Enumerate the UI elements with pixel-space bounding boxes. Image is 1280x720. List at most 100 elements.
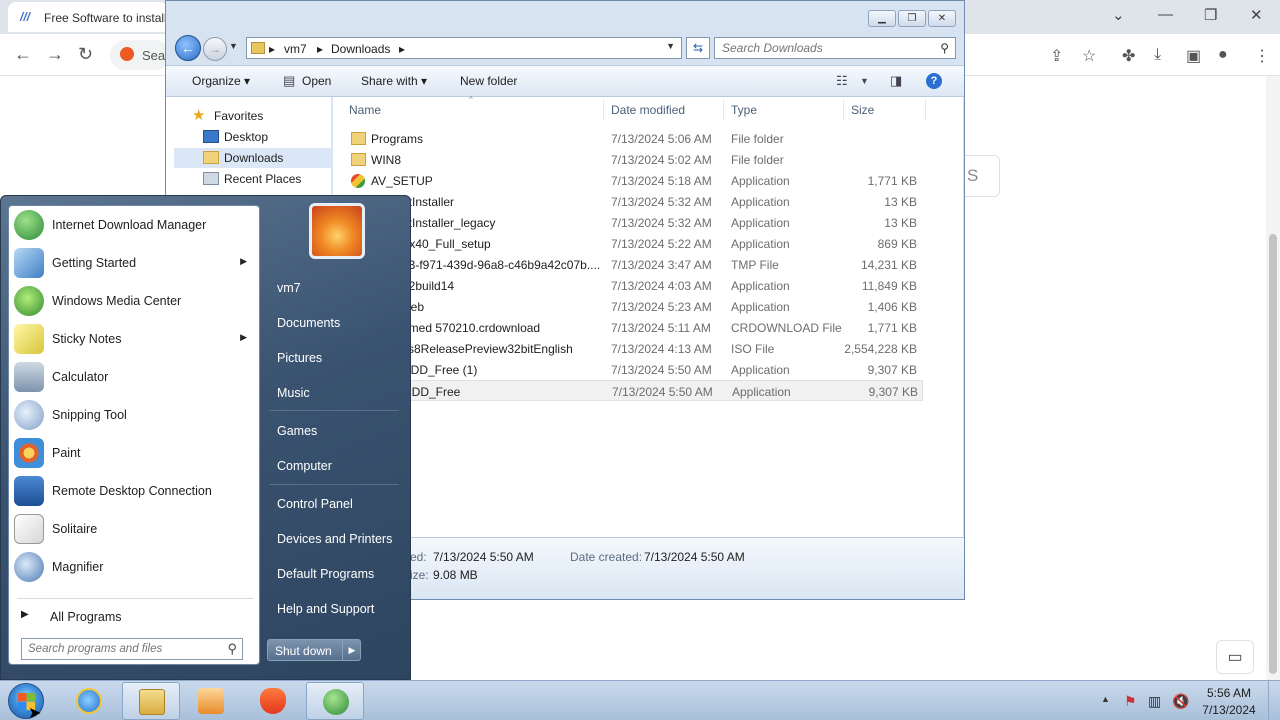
start-link-pictures[interactable]: Pictures — [265, 343, 405, 373]
file-row[interactable]: web 7/13/2024 5:23 AM Application 1,406 … — [339, 296, 923, 317]
file-row[interactable]: Programs 7/13/2024 5:06 AM File folder — [339, 128, 923, 149]
program-remote-desktop-connection[interactable]: Remote Desktop Connection — [9, 472, 259, 510]
close-button[interactable]: ✕ — [928, 10, 956, 27]
all-programs-button[interactable]: ▶ All Programs — [15, 604, 253, 628]
feedback-chat-icon[interactable]: ▭ — [1216, 640, 1254, 674]
shutdown-options-arrow-icon[interactable]: ▶ — [342, 640, 361, 660]
back-arrow-icon[interactable]: ← — [14, 44, 32, 65]
preview-pane-icon[interactable]: ◨ — [890, 73, 902, 89]
file-row[interactable]: Fx40_Full_setup 7/13/2024 5:22 AM Applic… — [339, 233, 923, 254]
start-link-user[interactable]: vm7 — [265, 273, 405, 303]
breadcrumb-vm7[interactable]: vm7 — [284, 42, 307, 56]
start-link-control-panel[interactable]: Control Panel — [265, 489, 405, 519]
program-paint[interactable]: Paint — [9, 434, 259, 472]
file-row[interactable]: 42build14 7/13/2024 4:03 AM Application … — [339, 275, 923, 296]
start-link-documents[interactable]: Documents — [265, 308, 405, 338]
taskbar-internet-explorer[interactable] — [60, 682, 118, 720]
nav-desktop[interactable]: Desktop — [174, 127, 332, 147]
address-bar[interactable]: Sea — [110, 40, 170, 70]
taskbar-download-manager[interactable] — [306, 682, 364, 720]
taskbar-media-player[interactable] — [182, 682, 240, 720]
search-icon[interactable]: ⚲ — [940, 41, 949, 55]
show-desktop-button[interactable] — [1268, 681, 1280, 720]
start-link-games[interactable]: Games — [265, 416, 405, 446]
breadcrumb-arrow-icon[interactable]: ▸ — [399, 42, 405, 56]
nav-recent-places[interactable]: Recent Places — [174, 169, 332, 189]
view-options-dropdown-icon[interactable]: ▼ — [860, 76, 869, 86]
organize-button[interactable]: Organize ▾ — [192, 74, 250, 88]
start-search-input[interactable] — [22, 639, 218, 659]
browser-close-button[interactable]: ✕ — [1250, 6, 1263, 24]
file-row[interactable]: etInstaller_legacy 7/13/2024 5:32 AM App… — [339, 212, 923, 233]
help-icon[interactable]: ? — [926, 73, 942, 89]
file-row[interactable]: WIN8 7/13/2024 5:02 AM File folder — [339, 149, 923, 170]
shutdown-button[interactable]: Shut down ▶ — [267, 639, 361, 661]
start-search-box[interactable]: ⚲ — [21, 638, 243, 660]
file-row-selected[interactable]: HDD_Free 7/13/2024 5:50 AM Application 9… — [339, 380, 923, 401]
side-panel-icon[interactable]: ▣ — [1186, 46, 1201, 66]
change-view-icon[interactable]: ☷ — [836, 73, 848, 89]
start-link-music[interactable]: Music — [265, 378, 405, 408]
forward-arrow-icon[interactable]: → — [46, 44, 64, 65]
program-solitaire[interactable]: Solitaire — [9, 510, 259, 548]
file-row[interactable]: AV_SETUP 7/13/2024 5:18 AM Application 1… — [339, 170, 923, 191]
start-link-computer[interactable]: Computer — [265, 451, 405, 481]
bookmark-star-icon[interactable]: ☆ — [1082, 46, 1096, 66]
page-scrollbar[interactable] — [1266, 76, 1280, 680]
downloads-icon[interactable]: ⤓ — [1154, 46, 1161, 64]
column-size[interactable]: Size — [851, 103, 874, 117]
explorer-address-bar[interactable]: ▸ vm7 ▸ Downloads ▸ ▼ — [246, 37, 682, 59]
column-divider[interactable] — [925, 99, 926, 121]
browser-tab[interactable]: /// Free Software to install — [8, 2, 168, 32]
forward-button[interactable]: → — [203, 37, 227, 61]
program-calculator[interactable]: Calculator — [9, 358, 259, 396]
file-row[interactable]: vs8ReleasePreview32bitEnglish 7/13/2024 … — [339, 338, 923, 359]
program-magnifier[interactable]: Magnifier — [9, 548, 259, 586]
start-link-default-programs[interactable]: Default Programs — [265, 559, 405, 589]
nav-favorites[interactable]: ★ Favorites — [174, 106, 332, 126]
browser-menu-icon[interactable]: ⋮ — [1254, 46, 1270, 66]
action-center-flag-icon[interactable]: ⚑ — [1124, 693, 1137, 710]
open-button[interactable]: Open — [302, 74, 331, 88]
taskbar-windows-explorer[interactable] — [122, 682, 180, 720]
back-button[interactable]: ← — [175, 35, 201, 61]
program-windows-media-center[interactable]: Windows Media Center — [9, 282, 259, 320]
taskbar-brave-browser[interactable] — [244, 682, 302, 720]
column-divider[interactable] — [843, 99, 844, 121]
scrollbar-thumb[interactable] — [1269, 234, 1277, 674]
recent-pages-dropdown-icon[interactable]: ▼ — [229, 41, 238, 51]
user-picture[interactable] — [309, 203, 365, 259]
tab-search-dropdown-icon[interactable]: ⌄ — [1112, 6, 1125, 24]
minimize-button[interactable]: ▁ — [868, 10, 896, 27]
file-row[interactable]: HDD_Free (1) 7/13/2024 5:50 AM Applicati… — [339, 359, 923, 380]
explorer-search-box[interactable]: ⚲ — [714, 37, 956, 59]
program-getting-started[interactable]: Getting Started ▶ — [9, 244, 259, 282]
explorer-search-input[interactable] — [715, 38, 930, 58]
file-row[interactable]: etInstaller 7/13/2024 5:32 AM Applicatio… — [339, 191, 923, 212]
extensions-icon[interactable]: ✤ — [1122, 46, 1135, 66]
profile-avatar-icon[interactable]: ● — [1218, 46, 1228, 64]
clock-time[interactable]: 5:56 AM — [1196, 686, 1262, 700]
clock-date[interactable]: 7/13/2024 — [1196, 703, 1262, 717]
network-icon[interactable]: ▥ — [1148, 693, 1161, 710]
start-link-devices-printers[interactable]: Devices and Printers — [265, 524, 405, 554]
maximize-button[interactable]: ❐ — [898, 10, 926, 27]
column-name[interactable]: Name — [349, 103, 381, 117]
share-icon[interactable]: ⇪ — [1050, 46, 1063, 66]
column-divider[interactable] — [603, 99, 604, 121]
breadcrumb-arrow-icon[interactable]: ▸ — [269, 42, 275, 56]
program-snipping-tool[interactable]: Snipping Tool — [9, 396, 259, 434]
submenu-arrow-icon[interactable]: ▶ — [240, 256, 247, 267]
browser-maximize-button[interactable]: ❐ — [1204, 6, 1217, 24]
submenu-arrow-icon[interactable]: ▶ — [240, 332, 247, 343]
refresh-button[interactable]: ⇆ — [686, 37, 710, 59]
column-divider[interactable] — [723, 99, 724, 121]
file-row[interactable]: irmed 570210.crdownload 7/13/2024 5:11 A… — [339, 317, 923, 338]
program-internet-download-manager[interactable]: Internet Download Manager — [9, 206, 259, 244]
search-icon[interactable]: ⚲ — [227, 641, 237, 657]
address-dropdown-icon[interactable]: ▼ — [666, 41, 675, 51]
column-type[interactable]: Type — [731, 103, 757, 117]
new-folder-button[interactable]: New folder — [460, 74, 517, 88]
breadcrumb-arrow-icon[interactable]: ▸ — [317, 42, 323, 56]
volume-muted-icon[interactable]: 🔇 — [1172, 693, 1189, 710]
